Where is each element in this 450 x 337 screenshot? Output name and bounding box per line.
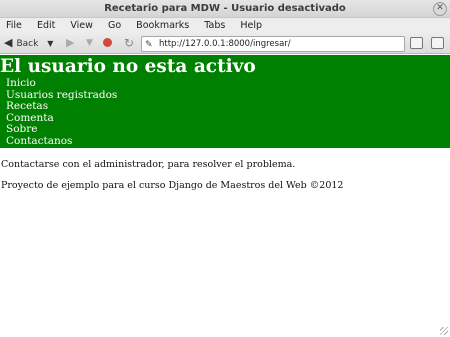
url-text[interactable]: http://127.0.0.1:8000/ingresar/ xyxy=(159,37,291,51)
resize-grip-icon[interactable] xyxy=(440,327,448,335)
nav-link-recetas[interactable]: Recetas xyxy=(6,100,117,113)
menu-tabs[interactable]: Tabs xyxy=(204,18,225,33)
back-label: Back xyxy=(16,39,39,49)
site-header: El usuario no esta activo Inicio Usuario… xyxy=(0,55,450,148)
title-bar: Recetario para MDW - Usuario desactivado… xyxy=(0,0,450,18)
navigation-toolbar: ◀ Back ▼ ▶ ▼ ↻ ✎ http://127.0.0.1:8000/in… xyxy=(0,33,450,54)
nav-link-contactanos[interactable]: Contactanos xyxy=(6,135,117,148)
address-bar[interactable]: ✎ http://127.0.0.1:8000/ingresar/ xyxy=(141,36,405,52)
forward-dropdown-icon[interactable]: ▼ xyxy=(86,36,93,50)
back-button[interactable]: ◀ Back ▼ xyxy=(4,36,62,50)
menu-edit[interactable]: Edit xyxy=(37,18,55,33)
menu-help[interactable]: Help xyxy=(240,18,262,33)
menu-file[interactable]: File xyxy=(6,18,22,33)
page-content: El usuario no esta activo Inicio Usuario… xyxy=(0,55,450,337)
close-icon[interactable]: ✕ xyxy=(433,2,447,16)
forward-arrow-icon[interactable]: ▶ xyxy=(66,36,74,50)
site-nav: Inicio Usuarios registrados Recetas Come… xyxy=(6,77,117,148)
menu-view[interactable]: View xyxy=(70,18,93,33)
bookmark-page-icon[interactable] xyxy=(410,37,423,49)
inactive-user-message: Contactarse con el administrador, para r… xyxy=(1,159,296,170)
window-title: Recetario para MDW - Usuario desactivado xyxy=(104,3,346,14)
page-favicon-icon: ✎ xyxy=(145,40,153,50)
menu-bookmarks[interactable]: Bookmarks xyxy=(136,18,189,33)
nav-link-sobre[interactable]: Sobre xyxy=(6,123,117,136)
back-arrow-icon: ◀ xyxy=(4,36,13,49)
reload-icon[interactable]: ↻ xyxy=(124,36,134,50)
browser-window: Recetario para MDW - Usuario desactivado… xyxy=(0,0,450,337)
page-footer: Proyecto de ejemplo para el curso Django… xyxy=(1,180,344,191)
menu-go[interactable]: Go xyxy=(108,18,121,33)
nav-link-inicio[interactable]: Inicio xyxy=(6,77,117,90)
stop-icon[interactable] xyxy=(103,38,112,47)
page-menu-icon[interactable] xyxy=(431,37,444,49)
menu-bar: File Edit View Go Bookmarks Tabs Help xyxy=(0,18,450,33)
back-dropdown-icon[interactable]: ▼ xyxy=(47,39,53,48)
page-title: El usuario no esta activo xyxy=(0,56,256,77)
